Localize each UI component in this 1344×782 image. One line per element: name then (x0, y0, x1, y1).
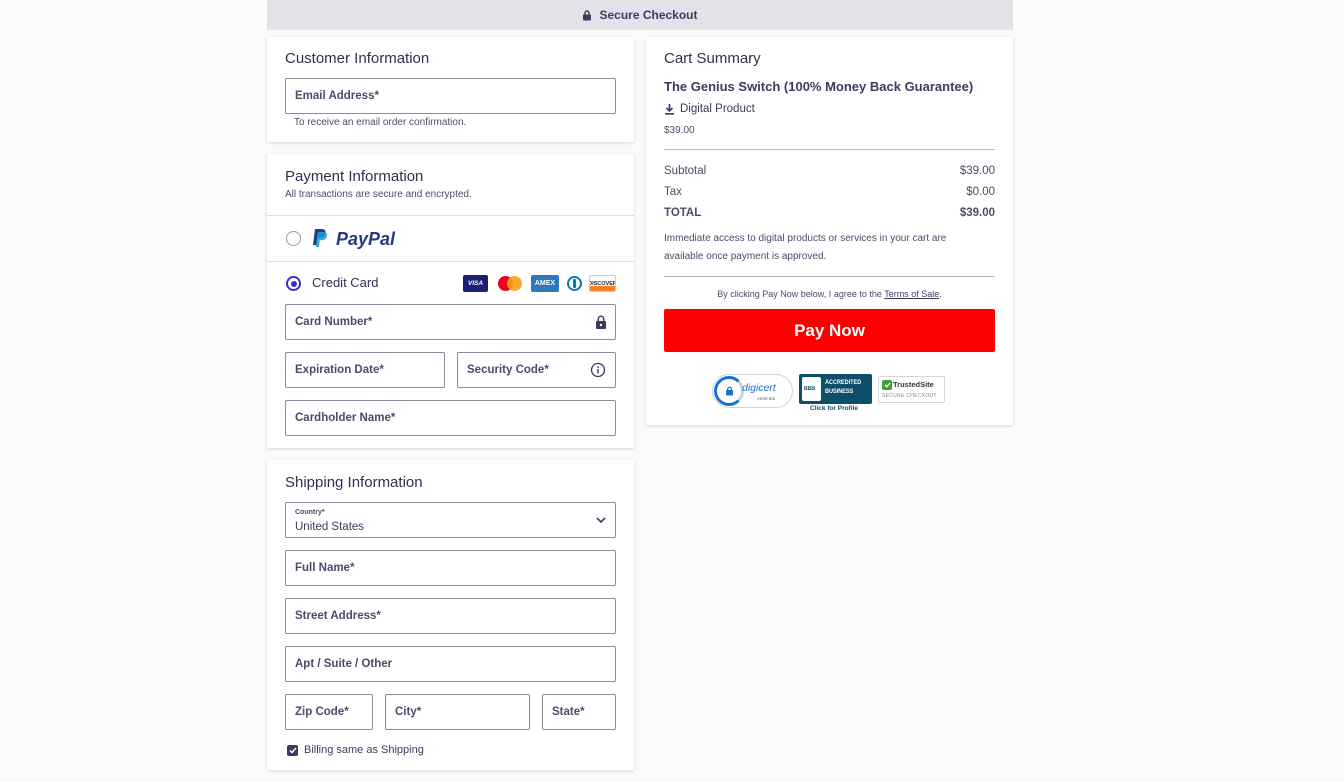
card-number-label: Card Number* (295, 316, 373, 328)
pay-now-button[interactable]: Pay Now (664, 309, 995, 352)
billing-same-option[interactable]: Billing same as Shipping (287, 743, 424, 757)
product-type-label: Digital Product (680, 103, 755, 115)
bbb-line1: ACCREDITED (825, 379, 862, 386)
cart-summary-title: Cart Summary (664, 50, 761, 67)
zip-code-field[interactable]: Zip Code* (285, 694, 373, 730)
city-label: City* (395, 706, 422, 718)
card-number-field[interactable]: Card Number* (285, 304, 616, 340)
amex-logo: AMEX (531, 275, 559, 292)
total-label: TOTAL (664, 207, 702, 219)
apt-suite-label: Apt / Suite / Other (295, 658, 393, 670)
full-name-field[interactable]: Full Name* (285, 550, 616, 586)
subtotal-label: Subtotal (664, 165, 707, 177)
product-price: $39.00 (664, 125, 695, 136)
paypal-option[interactable]: PayPal (267, 216, 634, 261)
email-hint: To receive an email order confirmation. (294, 117, 467, 128)
total-row: TOTAL $39.00 (664, 207, 995, 219)
billing-same-label: Billing same as Shipping (304, 744, 424, 756)
divider (664, 149, 995, 150)
street-address-label: Street Address* (295, 610, 381, 622)
security-code-label: Security Code* (467, 364, 549, 376)
product-type: Digital Product (664, 103, 755, 115)
discover-logo: DISCOVER (589, 275, 616, 292)
shipping-information-title: Shipping Information (285, 474, 423, 491)
visa-logo: VISA (463, 275, 488, 292)
payment-information-card: Payment Information All transactions are… (267, 154, 634, 448)
paypal-label: PayPal (336, 229, 396, 249)
lock-icon (596, 315, 606, 329)
street-address-field[interactable]: Street Address* (285, 598, 616, 634)
cardholder-name-field[interactable]: Cardholder Name* (285, 400, 616, 436)
cardholder-name-label: Cardholder Name* (295, 412, 396, 424)
terms-text: By clicking Pay Now below, I agree to th… (664, 289, 995, 299)
terms-suffix: . (939, 289, 942, 299)
country-select[interactable]: Country* United States (285, 502, 616, 538)
email-label: Email Address* (295, 90, 379, 102)
secure-checkout-bar: Secure Checkout (267, 0, 1013, 30)
bbb-badge[interactable]: BBB ACCREDITED BUSINESS Click for Profil… (799, 374, 872, 413)
security-code-field[interactable]: Security Code* (457, 352, 616, 388)
digicert-label: digicert (742, 382, 776, 394)
country-value: United States (295, 521, 365, 533)
country-label: Country* (295, 509, 325, 516)
digicert-badge[interactable]: digicert VERIFIED (712, 374, 793, 408)
subtotal-value: $39.00 (959, 165, 995, 177)
bbb-badge-box: BBB ACCREDITED BUSINESS (799, 374, 872, 404)
payment-information-title: Payment Information (285, 168, 424, 185)
trustedsite-sublabel: SECURE CHECKOUT (882, 393, 937, 399)
credit-card-label: Credit Card (312, 275, 379, 290)
checkmark-icon (288, 747, 297, 754)
paypal-icon (313, 229, 328, 247)
checkmark-icon (882, 380, 892, 390)
email-field[interactable]: Email Address* (285, 78, 616, 114)
shipping-information-card: Shipping Information Country* United Sta… (267, 460, 634, 770)
state-field[interactable]: State* (542, 694, 616, 730)
billing-same-checkbox[interactable] (287, 744, 298, 756)
tax-row: Tax $0.00 (664, 186, 995, 198)
expiration-date-field[interactable]: Expiration Date* (285, 352, 445, 388)
tax-label: Tax (664, 186, 682, 198)
lock-icon (583, 9, 592, 20)
access-note: Immediate access to digital products or … (664, 233, 947, 262)
total-value: $39.00 (959, 207, 995, 219)
diners-club-logo (565, 275, 583, 292)
lock-icon (726, 386, 733, 396)
divider (664, 276, 995, 277)
secure-checkout-title: Secure Checkout (599, 8, 698, 22)
tax-value: $0.00 (966, 186, 995, 198)
city-field[interactable]: City* (385, 694, 530, 730)
cart-summary-card: Cart Summary The Genius Switch (100% Mon… (646, 37, 1013, 425)
paypal-radio[interactable] (286, 231, 301, 246)
apt-suite-field[interactable]: Apt / Suite / Other (285, 646, 616, 682)
download-icon (665, 104, 674, 115)
trustedsite-label: TrustedSite (893, 380, 934, 389)
terms-prefix: By clicking Pay Now below, I agree to th… (717, 289, 885, 299)
bbb-caption: Click for Profile (810, 405, 859, 412)
subtotal-row: Subtotal $39.00 (664, 165, 995, 177)
customer-information-card: Customer Information Email Address* To r… (267, 37, 634, 142)
digicert-sublabel: VERIFIED (757, 396, 776, 401)
customer-information-title: Customer Information (285, 50, 430, 67)
trustedsite-badge[interactable]: TrustedSite SECURE CHECKOUT (878, 376, 945, 403)
payment-subtitle: All transactions are secure and encrypte… (285, 189, 472, 200)
terms-of-sale-link[interactable]: Terms of Sale (884, 289, 939, 299)
expiration-date-label: Expiration Date* (295, 364, 384, 376)
zip-code-label: Zip Code* (295, 706, 349, 718)
product-name: The Genius Switch (100% Money Back Guara… (664, 79, 974, 94)
credit-card-radio[interactable] (286, 276, 301, 291)
mastercard-logo (496, 275, 524, 292)
state-label: State* (552, 706, 585, 718)
full-name-label: Full Name* (295, 562, 355, 574)
info-icon[interactable] (590, 362, 606, 378)
chevron-down-icon (596, 517, 606, 524)
bbb-mark: BBB (803, 386, 816, 392)
bbb-line2: BUSINESS (825, 388, 854, 395)
